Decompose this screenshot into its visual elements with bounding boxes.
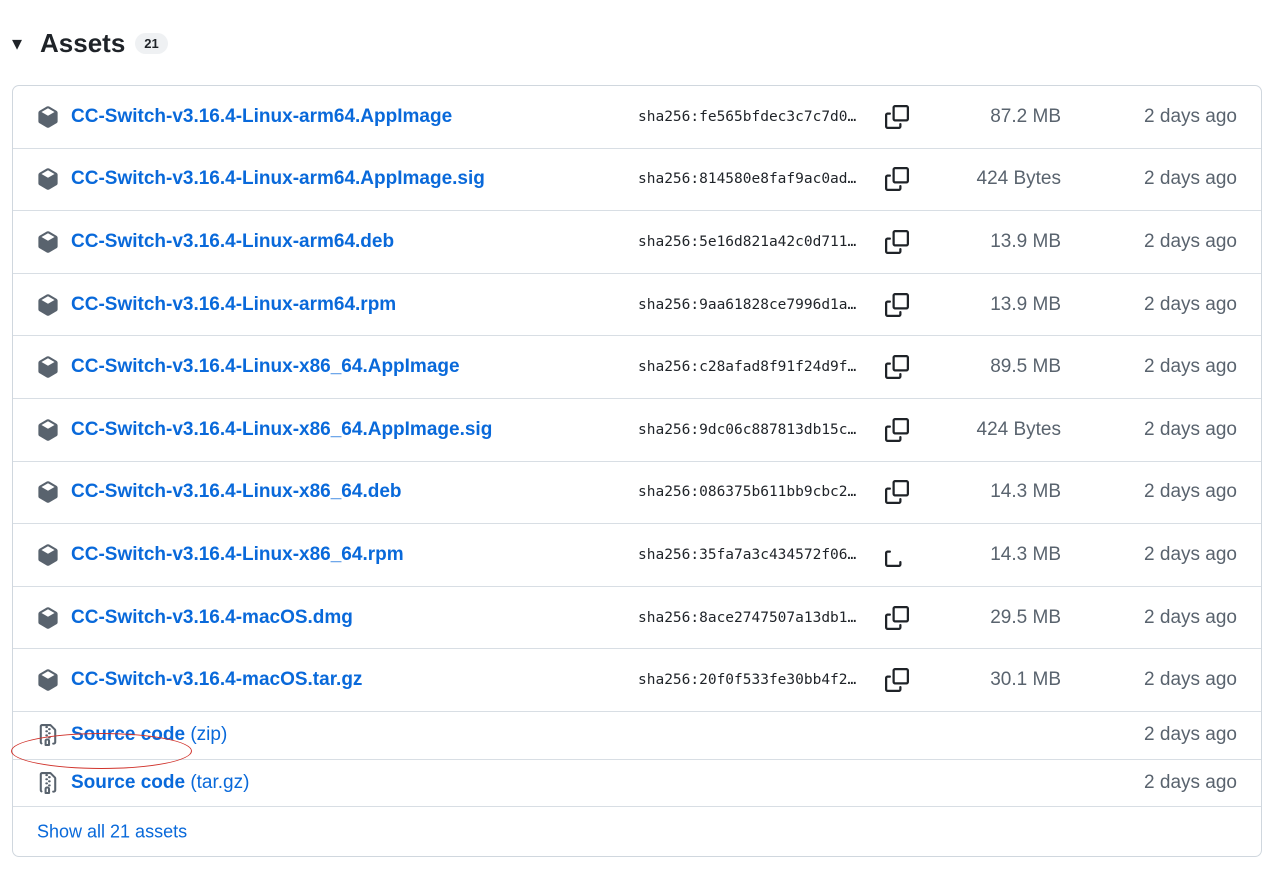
asset-date: 2 days ago	[1144, 543, 1237, 565]
asset-sha256: sha256:35fa7a3c434572f06…	[638, 546, 857, 563]
asset-sha256: sha256:8ace2747507a13db1…	[638, 609, 857, 626]
asset-link[interactable]: CC-Switch-v3.16.4-Linux-x86_64.AppImage.…	[71, 419, 492, 441]
asset-sha256: sha256:fe565bfdec3c7c7d0…	[638, 108, 857, 125]
asset-link[interactable]: CC-Switch-v3.16.4-Linux-x86_64.deb	[71, 481, 402, 503]
caret-down-icon[interactable]: ▾	[12, 31, 40, 56]
asset-size: 29.5 MB	[990, 606, 1061, 628]
asset-date: 2 days ago	[1144, 606, 1237, 628]
package-icon	[37, 106, 59, 128]
copy-icon[interactable]	[885, 480, 909, 505]
source-label: Source code	[71, 771, 186, 793]
asset-date: 2 days ago	[1144, 418, 1237, 440]
asset-size: 30.1 MB	[990, 669, 1061, 691]
source-date: 2 days ago	[1144, 724, 1237, 746]
asset-link[interactable]: CC-Switch-v3.16.4-Linux-arm64.deb	[71, 231, 394, 253]
source-format: (zip)	[190, 724, 228, 746]
asset-link[interactable]: CC-Switch-v3.16.4-Linux-x86_64.AppImage	[71, 356, 460, 378]
asset-row: CC-Switch-v3.16.4-Linux-x86_64.rpm sha25…	[13, 524, 1261, 587]
file-zip-icon	[37, 724, 59, 747]
assets-count-badge: 21	[135, 32, 168, 54]
asset-row: CC-Switch-v3.16.4-Linux-arm64.deb sha256…	[13, 211, 1261, 274]
source-row: Source code (tar.gz) 2 days ago	[13, 760, 1261, 807]
asset-date: 2 days ago	[1144, 481, 1237, 503]
copy-icon[interactable]	[885, 292, 909, 317]
assets-list: CC-Switch-v3.16.4-Linux-arm64.AppImage s…	[12, 85, 1262, 857]
package-icon	[37, 168, 59, 191]
copy-icon[interactable]	[885, 355, 909, 380]
asset-link[interactable]: CC-Switch-v3.16.4-Linux-arm64.rpm	[71, 294, 396, 316]
copy-icon[interactable]	[885, 417, 909, 442]
asset-size: 89.5 MB	[990, 356, 1061, 378]
assets-footer: Show all 21 assets	[13, 808, 1261, 856]
package-icon	[37, 293, 59, 316]
assets-header[interactable]: ▾ Assets 21	[12, 26, 168, 60]
source-targz-link[interactable]: Source code (tar.gz)	[71, 772, 249, 794]
asset-sha256: sha256:9aa61828ce7996d1a…	[638, 296, 857, 313]
asset-link[interactable]: CC-Switch-v3.16.4-Linux-arm64.AppImage.s…	[71, 168, 485, 190]
asset-row: CC-Switch-v3.16.4-Linux-x86_64.AppImage …	[13, 336, 1261, 399]
asset-size: 87.2 MB	[990, 105, 1061, 127]
asset-sha256: sha256:9dc06c887813db15c…	[638, 421, 857, 438]
asset-row: CC-Switch-v3.16.4-Linux-x86_64.AppImage.…	[13, 399, 1261, 462]
asset-sha256: sha256:814580e8faf9ac0ad…	[638, 171, 857, 188]
asset-size: 424 Bytes	[976, 168, 1062, 190]
asset-sha256: sha256:20f0f533fe30bb4f2…	[638, 672, 857, 689]
source-zip-link[interactable]: Source code (zip)	[71, 724, 227, 746]
asset-link[interactable]: CC-Switch-v3.16.4-Linux-arm64.AppImage	[71, 106, 452, 128]
asset-sha256: sha256:086375b611bb9cbc2…	[638, 484, 857, 501]
package-icon	[37, 669, 59, 691]
assets-title: Assets	[40, 27, 126, 58]
package-icon	[37, 544, 59, 566]
asset-row: CC-Switch-v3.16.4-macOS.tar.gz sha256:20…	[13, 649, 1261, 712]
asset-date: 2 days ago	[1144, 230, 1237, 252]
asset-size: 13.9 MB	[990, 230, 1061, 252]
package-icon	[37, 231, 59, 253]
asset-size: 13.9 MB	[990, 293, 1061, 315]
asset-date: 2 days ago	[1144, 105, 1237, 127]
asset-sha256: sha256:5e16d821a42c0d711…	[638, 233, 857, 250]
asset-date: 2 days ago	[1144, 356, 1237, 378]
package-icon	[37, 481, 59, 504]
file-zip-icon	[37, 771, 59, 794]
asset-size: 14.3 MB	[990, 481, 1061, 503]
asset-date: 2 days ago	[1144, 168, 1237, 190]
package-icon	[37, 356, 59, 378]
asset-size: 424 Bytes	[976, 418, 1062, 440]
asset-size: 14.3 MB	[990, 543, 1061, 565]
copy-icon[interactable]	[885, 167, 909, 192]
asset-link[interactable]: CC-Switch-v3.16.4-macOS.tar.gz	[71, 669, 362, 691]
copy-icon[interactable]	[885, 605, 909, 630]
asset-link[interactable]: CC-Switch-v3.16.4-Linux-x86_64.rpm	[71, 544, 404, 566]
asset-row: CC-Switch-v3.16.4-macOS.dmg sha256:8ace2…	[13, 587, 1261, 650]
asset-sha256: sha256:c28afad8f91f24d9f…	[638, 359, 857, 376]
copy-icon[interactable]	[885, 668, 909, 693]
asset-date: 2 days ago	[1144, 669, 1237, 691]
copy-icon[interactable]	[885, 229, 909, 254]
package-icon	[37, 419, 59, 441]
source-format: (tar.gz)	[190, 771, 250, 793]
source-date: 2 days ago	[1144, 771, 1237, 793]
asset-link[interactable]: CC-Switch-v3.16.4-macOS.dmg	[71, 607, 353, 629]
copy-icon[interactable]	[885, 104, 909, 129]
asset-row: CC-Switch-v3.16.4-Linux-arm64.AppImage.s…	[13, 149, 1261, 212]
source-row: Source code (zip) 2 days ago	[13, 712, 1261, 760]
copy-icon[interactable]	[885, 543, 909, 567]
asset-date: 2 days ago	[1144, 293, 1237, 315]
source-label: Source code	[71, 724, 186, 746]
asset-row: CC-Switch-v3.16.4-Linux-x86_64.deb sha25…	[13, 462, 1261, 525]
show-all-assets-link[interactable]: Show all 21 assets	[37, 822, 187, 843]
asset-row: CC-Switch-v3.16.4-Linux-arm64.AppImage s…	[13, 86, 1261, 149]
asset-row: CC-Switch-v3.16.4-Linux-arm64.rpm sha256…	[13, 274, 1261, 337]
package-icon	[37, 606, 59, 629]
